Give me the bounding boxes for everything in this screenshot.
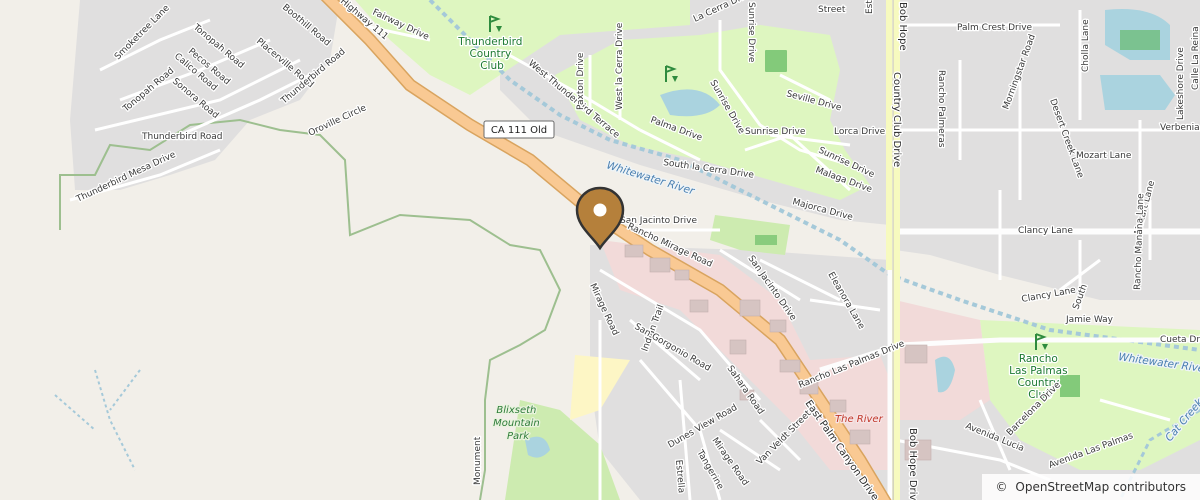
svg-text:Calle La Reina: Calle La Reina: [1191, 26, 1200, 90]
attribution-link[interactable]: OpenStreetMap contributors: [1015, 480, 1186, 494]
svg-text:Jamie Way: Jamie Way: [1065, 315, 1114, 325]
svg-text:Palm Crest Drive: Palm Crest Drive: [957, 23, 1033, 33]
svg-text:Street: Street: [818, 5, 846, 15]
svg-text:Mozart Lane: Mozart Lane: [1076, 151, 1132, 161]
svg-text:Cueta Drive: Cueta Drive: [1160, 335, 1200, 345]
svg-text:Verbenia Road: Verbenia Road: [1160, 123, 1200, 133]
svg-text:Lorca Drive: Lorca Drive: [834, 127, 886, 137]
svg-text:CA 111 Old: CA 111 Old: [491, 125, 547, 136]
svg-text:Lakeshore Drive: Lakeshore Drive: [1176, 47, 1186, 120]
svg-text:Sunrise Drive: Sunrise Drive: [745, 127, 806, 137]
map-pin-dot: [593, 203, 607, 217]
map-attribution: © OpenStreetMap contributors: [981, 474, 1200, 500]
label-the-river: The River: [835, 414, 884, 425]
svg-text:Clancy Lane: Clancy Lane: [1018, 226, 1073, 236]
copyright-symbol: ©: [995, 480, 1008, 494]
map-canvas[interactable]: Thunderbird Country Club Rancho Las Palm…: [0, 0, 1200, 500]
svg-text:West la Cerra Drive: West la Cerra Drive: [615, 22, 625, 110]
svg-text:Monument: Monument: [473, 436, 483, 485]
svg-text:Thunderbird Road: Thunderbird Road: [141, 132, 222, 142]
svg-text:Paxton Drive: Paxton Drive: [576, 52, 586, 110]
route-shield-ca-111-old: CA 111 Old: [483, 120, 555, 139]
svg-text:Rancho Palmeras: Rancho Palmeras: [936, 70, 946, 148]
lake-northeast-lower: [1100, 75, 1175, 110]
map-view[interactable]: Thunderbird Country Club Rancho Las Palm…: [0, 0, 1200, 500]
svg-text:Cholla Lane: Cholla Lane: [1081, 19, 1091, 72]
svg-text:Estr: Estr: [865, 0, 875, 14]
svg-text:Bob Hope: Bob Hope: [897, 2, 908, 51]
svg-text:Sunrise Drive: Sunrise Drive: [746, 2, 756, 63]
svg-text:Bob Hope Drive: Bob Hope Drive: [907, 428, 918, 500]
svg-text:Country Club Drive: Country Club Drive: [891, 72, 902, 167]
